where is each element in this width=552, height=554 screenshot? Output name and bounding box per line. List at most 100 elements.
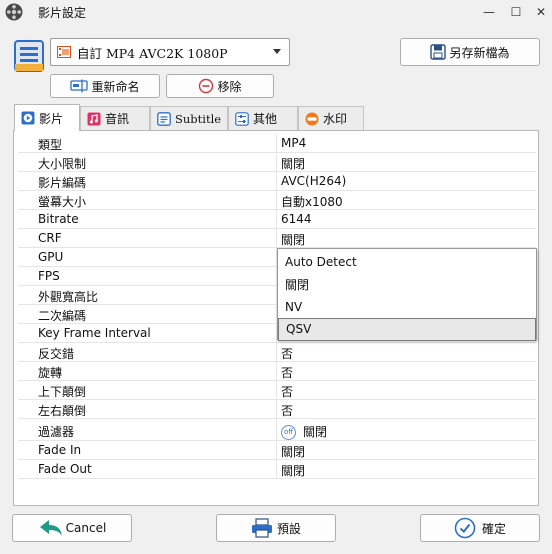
property-row[interactable]: Bitrate 6144 [18, 210, 536, 229]
tab-watermark[interactable]: 水印 [298, 106, 364, 130]
gpu-option[interactable]: Auto Detect [278, 250, 536, 273]
column-divider [276, 441, 277, 460]
remove-label: 移除 [217, 79, 242, 94]
rename-icon [70, 79, 89, 93]
property-row[interactable]: 類型 MP4 [18, 134, 536, 153]
sliders-icon [235, 111, 249, 126]
property-key: 上下顛倒 [38, 385, 87, 399]
property-key: 左右顛倒 [38, 404, 87, 418]
property-value[interactable]: MP4 [281, 136, 306, 150]
property-row[interactable]: Fade Out 關閉 [18, 460, 536, 479]
play-circle-icon [21, 111, 35, 125]
property-row[interactable]: 反交錯 否 [18, 343, 536, 362]
property-value-text: 關閉 [303, 425, 328, 439]
ok-button[interactable]: 確定 [420, 514, 540, 542]
cancel-button[interactable]: Cancel [12, 514, 132, 542]
tab-subtitle-label: Subtitle [175, 111, 222, 126]
save-as-button[interactable]: 另存新檔為 [400, 38, 540, 66]
property-key: 過濾器 [38, 425, 75, 439]
column-divider [276, 172, 277, 191]
property-row[interactable]: CRF 關閉 [18, 229, 536, 248]
profile-select[interactable]: 自訂 MP4 AVC2K 1080P [50, 38, 290, 66]
column-divider [276, 229, 277, 248]
property-key: FPS [38, 269, 60, 283]
property-value[interactable]: off 關閉 [281, 423, 327, 440]
property-value[interactable]: 否 [281, 345, 293, 362]
check-circle-icon [454, 517, 476, 539]
property-key: 螢幕大小 [38, 195, 87, 209]
property-key: 類型 [38, 138, 63, 152]
property-row[interactable]: 旋轉 否 [18, 362, 536, 381]
gpu-option[interactable]: 關閉 [278, 273, 536, 296]
floppy-disk-icon [430, 44, 447, 60]
column-divider [276, 460, 277, 479]
property-row[interactable]: 大小限制 關閉 [18, 153, 536, 172]
column-divider [276, 343, 277, 362]
property-value[interactable]: 關閉 [281, 231, 305, 248]
filter-off-icon: off [281, 425, 296, 440]
tab-video-label: 影片 [39, 111, 64, 126]
title-bar: 影片設定 — ☐ ✕ [0, 0, 552, 24]
column-divider [276, 381, 277, 400]
minimize-button[interactable]: — [478, 2, 500, 22]
profile-list-icon [14, 40, 44, 72]
maximize-button[interactable]: ☐ [505, 2, 527, 22]
column-divider [276, 210, 277, 229]
property-key: 二次編碼 [38, 309, 87, 323]
property-key: Fade In [38, 443, 82, 457]
chevron-down-icon [273, 49, 281, 54]
property-value[interactable]: AVC(H264) [281, 174, 346, 188]
film-strip-icon [57, 46, 71, 58]
property-key: 反交錯 [38, 347, 75, 361]
property-key: 影片編碼 [38, 176, 87, 190]
close-button[interactable]: ✕ [530, 2, 552, 22]
property-value[interactable]: 關閉 [281, 462, 305, 479]
property-key: 大小限制 [38, 157, 87, 171]
property-key: Key Frame Interval [38, 326, 151, 340]
rename-button[interactable]: 重新命名 [50, 74, 160, 98]
property-value[interactable]: 6144 [281, 212, 312, 226]
profile-select-value: 自訂 MP4 AVC2K 1080P [77, 45, 228, 61]
property-value[interactable]: 關閉 [281, 155, 305, 172]
column-divider [276, 153, 277, 172]
tab-audio[interactable]: 音訊 [80, 106, 150, 130]
preset-label: 預設 [276, 521, 301, 536]
property-key: 外觀寬高比 [38, 290, 99, 304]
property-key: 旋轉 [38, 366, 63, 380]
property-value[interactable]: 否 [281, 364, 293, 381]
tab-subtitle[interactable]: Subtitle [150, 106, 228, 130]
property-value[interactable]: 否 [281, 383, 293, 400]
tab-audio-label: 音訊 [105, 112, 130, 126]
column-divider [276, 362, 277, 381]
gpu-option[interactable]: QSV [278, 317, 536, 341]
gpu-option[interactable]: NV [278, 295, 536, 318]
property-value[interactable]: 關閉 [281, 443, 305, 460]
undo-arrow-icon [39, 520, 62, 536]
music-note-icon [87, 112, 101, 125]
preset-button[interactable]: 預設 [216, 514, 336, 542]
window-title: 影片設定 [38, 6, 87, 20]
printer-icon [251, 518, 272, 538]
property-row[interactable]: 影片編碼 AVC(H264) [18, 172, 536, 191]
property-row[interactable]: 左右顛倒 否 [18, 400, 536, 419]
minus-circle-icon [199, 78, 214, 94]
column-divider [276, 134, 277, 153]
property-row[interactable]: 螢幕大小 自動x1080 [18, 191, 536, 210]
property-value[interactable]: 否 [281, 402, 293, 419]
property-key: Bitrate [38, 212, 79, 226]
app-film-reel-icon [5, 3, 23, 21]
property-row[interactable]: 過濾器 off 關閉 [18, 419, 536, 441]
tab-other-label: 其他 [253, 112, 278, 126]
property-row[interactable]: 上下顛倒 否 [18, 381, 536, 400]
tab-other[interactable]: 其他 [228, 106, 298, 130]
column-divider [276, 191, 277, 210]
property-key: GPU [38, 250, 64, 264]
property-key: CRF [38, 231, 62, 245]
remove-button[interactable]: 移除 [166, 74, 274, 98]
tab-video[interactable]: 影片 [14, 104, 80, 131]
watermark-new-icon [305, 112, 319, 125]
property-value[interactable]: 自動x1080 [281, 193, 343, 210]
gpu-dropdown-list: Auto Detect 關閉 NV QSV [277, 248, 537, 341]
property-row[interactable]: Fade In 關閉 [18, 441, 536, 460]
save-as-label: 另存新檔為 [449, 45, 510, 60]
